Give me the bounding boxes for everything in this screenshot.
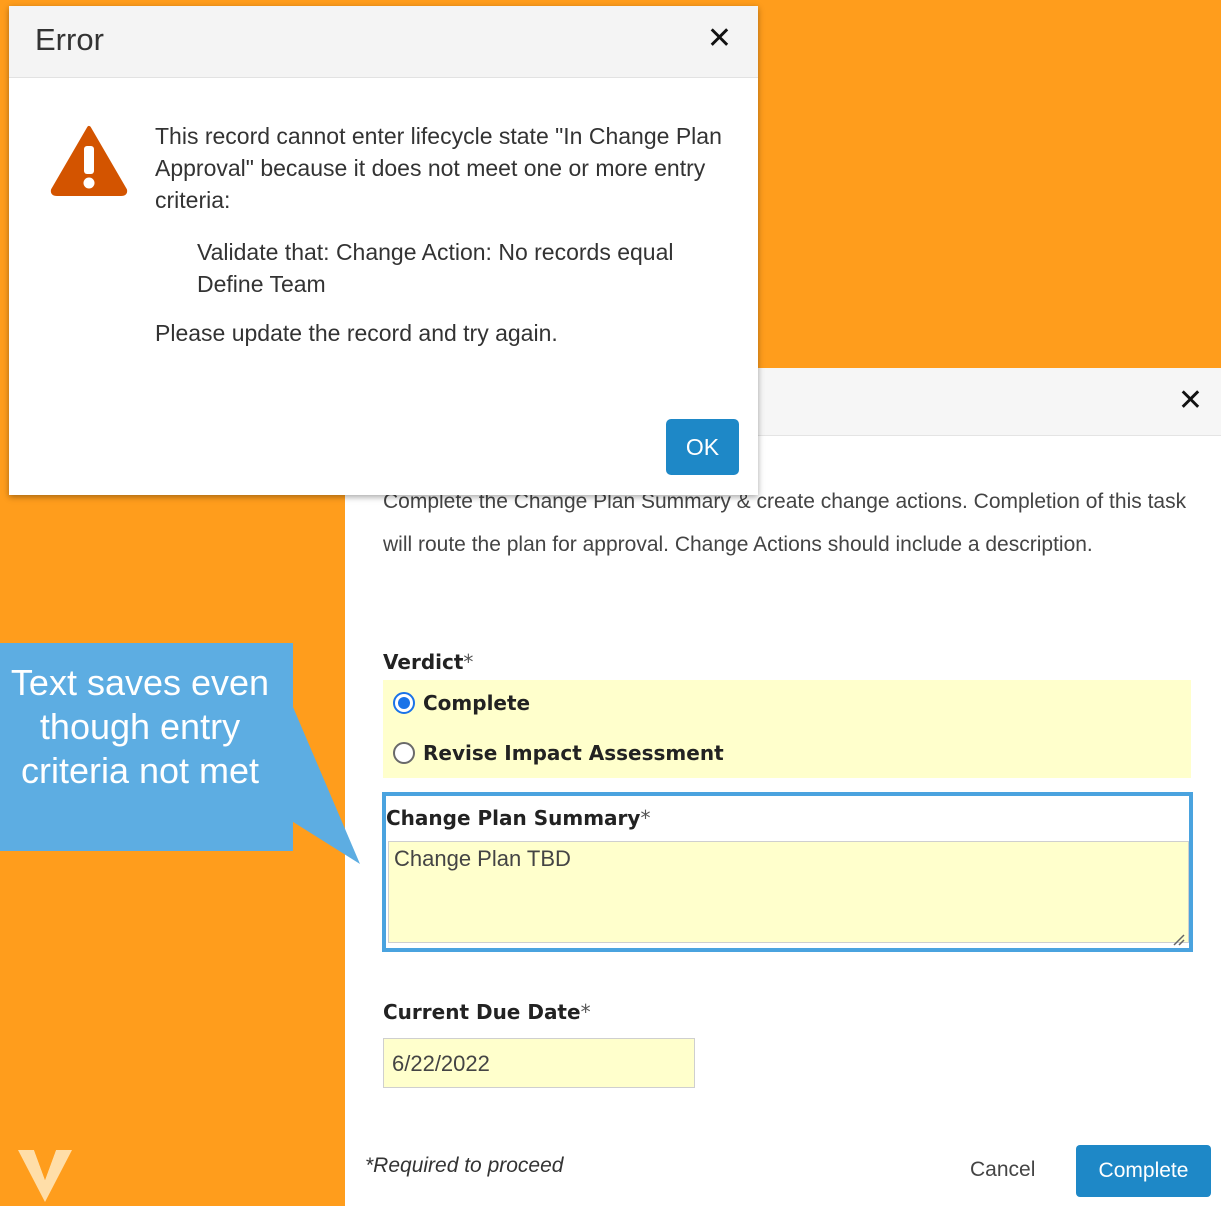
veeva-logo-icon [18,1150,72,1202]
callout-box: Text saves even though entry criteria no… [0,643,293,851]
close-icon[interactable]: ✕ [707,24,732,54]
verdict-option-complete[interactable]: Complete [393,688,530,718]
complete-button[interactable]: Complete [1076,1145,1211,1197]
close-icon[interactable]: ✕ [1178,386,1203,416]
verdict-option-revise[interactable]: Revise Impact Assessment [393,738,724,768]
callout-pointer [290,700,360,864]
summary-textarea[interactable]: Change Plan TBD [388,841,1189,943]
resize-grip-icon[interactable] [1171,932,1185,946]
cancel-button[interactable]: Cancel [970,1158,1035,1182]
error-message: This record cannot enter lifecycle state… [155,123,722,213]
radio-selected[interactable] [393,692,415,714]
warning-icon [50,126,128,196]
due-date-input[interactable]: 6/22/2022 [383,1038,695,1088]
error-dialog: Error ✕ This record cannot enter lifecyc… [9,6,758,495]
due-date-label: Current Due Date* [383,1000,591,1024]
callout-text: Text saves even though entry criteria no… [10,662,270,791]
error-hint: Please update the record and try again. [155,320,558,346]
radio-unselected[interactable] [393,742,415,764]
error-dialog-header: Error ✕ [9,6,758,78]
required-note: *Required to proceed [365,1154,564,1177]
verdict-label: Verdict* [383,650,474,674]
verdict-options: Complete Revise Impact Assessment [383,680,1191,778]
error-title: Error [35,22,104,57]
summary-label: Change Plan Summary* [386,806,651,830]
ok-button[interactable]: OK [666,419,739,475]
error-criteria: Validate that: Change Action: No records… [197,239,674,297]
change-plan-summary-field: Change Plan Summary* Change Plan TBD [382,792,1193,952]
